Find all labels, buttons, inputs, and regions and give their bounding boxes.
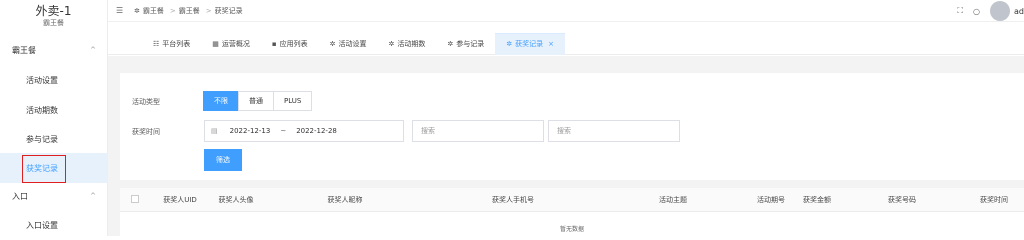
main-content: 活动类型 不限 普通 PLUS 获奖时间 ▤ 2022-12-13 ~ 2022… <box>108 56 1024 236</box>
select-all-cell <box>120 194 150 205</box>
close-icon[interactable]: × <box>548 40 554 48</box>
sidebar-item-activity-periods[interactable]: 活动期数 <box>0 95 108 125</box>
app-subtitle: 霸王餐 <box>43 19 64 27</box>
menu-fold-icon[interactable]: ☰ <box>116 6 126 15</box>
tab-activity-settings[interactable]: ✲ 活动设置 <box>319 33 378 55</box>
sidebar-item-participation-records[interactable]: 参与记录 <box>0 124 108 154</box>
avatar[interactable] <box>990 1 1011 21</box>
tab-award-records[interactable]: ✲ 获奖记录 × <box>495 32 566 55</box>
type-option-normal[interactable]: 普通 <box>238 91 274 111</box>
type-option-unlimited[interactable]: 不限 <box>203 91 239 111</box>
breadcrumb: ✲ 霸王餐 > 霸王餐 > 获奖记录 <box>134 6 246 16</box>
list-icon: ☷ <box>153 39 160 48</box>
highlight-box <box>22 155 66 183</box>
calendar-icon: ▤ <box>211 127 218 135</box>
tab-label: 参与记录 <box>456 39 485 48</box>
activity-type-label: 活动类型 <box>132 98 160 106</box>
date-separator: ~ <box>280 127 287 135</box>
tab-label: 获奖记录 <box>515 40 544 48</box>
app-title: 外卖-1 <box>35 4 72 18</box>
gear-icon: ✲ <box>329 39 336 48</box>
date-start[interactable]: 2022-12-13 <box>230 127 271 135</box>
tab-bar: ☷ 平台列表 ▦ 运营概况 ▪ 应用列表 ✲ 活动设置 ✲ 活动期数 ✲ 参与记录 ✲ 获奖记… <box>108 32 1024 55</box>
sidebar-group-label: 入口 <box>12 191 28 201</box>
column-header: 获奖人UID <box>163 195 197 204</box>
filter-panel: 活动类型 不限 普通 PLUS 获奖时间 ▤ 2022-12-13 ~ 2022… <box>120 73 1024 180</box>
column-header: 获奖金额 <box>803 195 831 204</box>
breadcrumb-item[interactable]: 霸王餐 <box>143 6 164 16</box>
brand: 外卖-1 霸王餐 <box>0 0 107 36</box>
refresh-icon[interactable]: ○ <box>973 7 980 16</box>
records-table: 获奖人UID 获奖人头像 获奖人昵称 获奖人手机号 活动主题 活动期号 获奖金额… <box>120 188 1024 236</box>
chevron-up-icon: ^ <box>90 192 96 200</box>
username[interactable]: ad <box>1014 7 1024 16</box>
breadcrumb-item[interactable]: 霸王餐 <box>179 6 200 16</box>
select-all-checkbox[interactable] <box>131 194 139 203</box>
column-header: 获奖号码 <box>888 195 916 204</box>
sidebar-item-label: 活动设置 <box>26 75 58 85</box>
breadcrumb-separator: > <box>169 6 176 15</box>
column-header: 获奖人昵称 <box>327 195 363 204</box>
chevron-up-icon: ^ <box>90 46 96 54</box>
sidebar-group-bawangcan[interactable]: 霸王餐 ^ <box>0 36 108 64</box>
breadcrumb-item: 获奖记录 <box>214 6 243 15</box>
award-time-label: 获奖时间 <box>132 128 160 136</box>
tab-activity-periods[interactable]: ✲ 活动期数 <box>378 33 437 55</box>
tab-label: 应用列表 <box>279 39 308 48</box>
filter-button[interactable]: 筛选 <box>204 149 242 171</box>
tab-platform-list[interactable]: ☷ 平台列表 <box>142 33 201 55</box>
tab-label: 活动期数 <box>397 39 426 48</box>
sidebar-item-entry-settings[interactable]: 入口设置 <box>0 210 108 240</box>
grid-icon: ▦ <box>212 39 219 48</box>
sidebar-group-entry[interactable]: 入口 ^ <box>0 182 108 210</box>
top-header: ☰ ✲ 霸王餐 > 霸王餐 > 获奖记录 ⛶ ○ ad <box>108 0 1024 22</box>
column-header: 活动期号 <box>757 195 785 204</box>
tab-operations-overview[interactable]: ▦ 运营概况 <box>201 33 261 55</box>
sidebar-item-label: 入口设置 <box>26 220 58 230</box>
tab-label: 活动设置 <box>338 39 367 48</box>
tab-participation-records[interactable]: ✲ 参与记录 <box>436 33 495 55</box>
tab-app-list[interactable]: ▪ 应用列表 <box>261 33 319 55</box>
gear-icon: ✲ <box>506 40 513 48</box>
table-header: 获奖人UID 获奖人头像 获奖人昵称 获奖人手机号 活动主题 活动期号 获奖金额… <box>120 188 1024 212</box>
empty-state: 暂无数据 <box>559 226 584 233</box>
sidebar-item-label: 参与记录 <box>26 134 58 144</box>
activity-type-selector: 不限 普通 PLUS <box>203 91 313 111</box>
column-header: 获奖人头像 <box>218 195 254 204</box>
fullscreen-icon[interactable]: ⛶ <box>957 6 963 16</box>
search-input-2[interactable]: 搜索 <box>548 120 680 142</box>
sidebar-item-label: 活动期数 <box>26 105 58 115</box>
type-option-plus[interactable]: PLUS <box>273 91 313 111</box>
date-end[interactable]: 2022-12-28 <box>296 127 337 135</box>
tab-label: 运营概况 <box>221 39 250 48</box>
tab-label: 平台列表 <box>162 39 191 48</box>
breadcrumb-separator: > <box>205 6 212 15</box>
column-header: 获奖时间 <box>980 195 1008 204</box>
gear-icon: ✲ <box>447 39 454 48</box>
header-actions: ⛶ ○ ad <box>957 0 1024 22</box>
search-input-1[interactable]: 搜索 <box>412 120 544 142</box>
column-header: 获奖人手机号 <box>492 195 534 204</box>
sidebar-item-activity-settings[interactable]: 活动设置 <box>0 65 108 95</box>
gear-icon: ✲ <box>134 6 140 15</box>
date-range-picker[interactable]: ▤ 2022-12-13 ~ 2022-12-28 <box>204 120 404 142</box>
sidebar-group-label: 霸王餐 <box>12 45 36 55</box>
gear-icon: ✲ <box>388 39 395 48</box>
sidebar: 外卖-1 霸王餐 霸王餐 ^ 活动设置 活动期数 参与记录 获奖记录 入口 ^ … <box>0 0 108 236</box>
column-header: 活动主题 <box>659 195 687 204</box>
apps-icon: ▪ <box>271 39 277 48</box>
